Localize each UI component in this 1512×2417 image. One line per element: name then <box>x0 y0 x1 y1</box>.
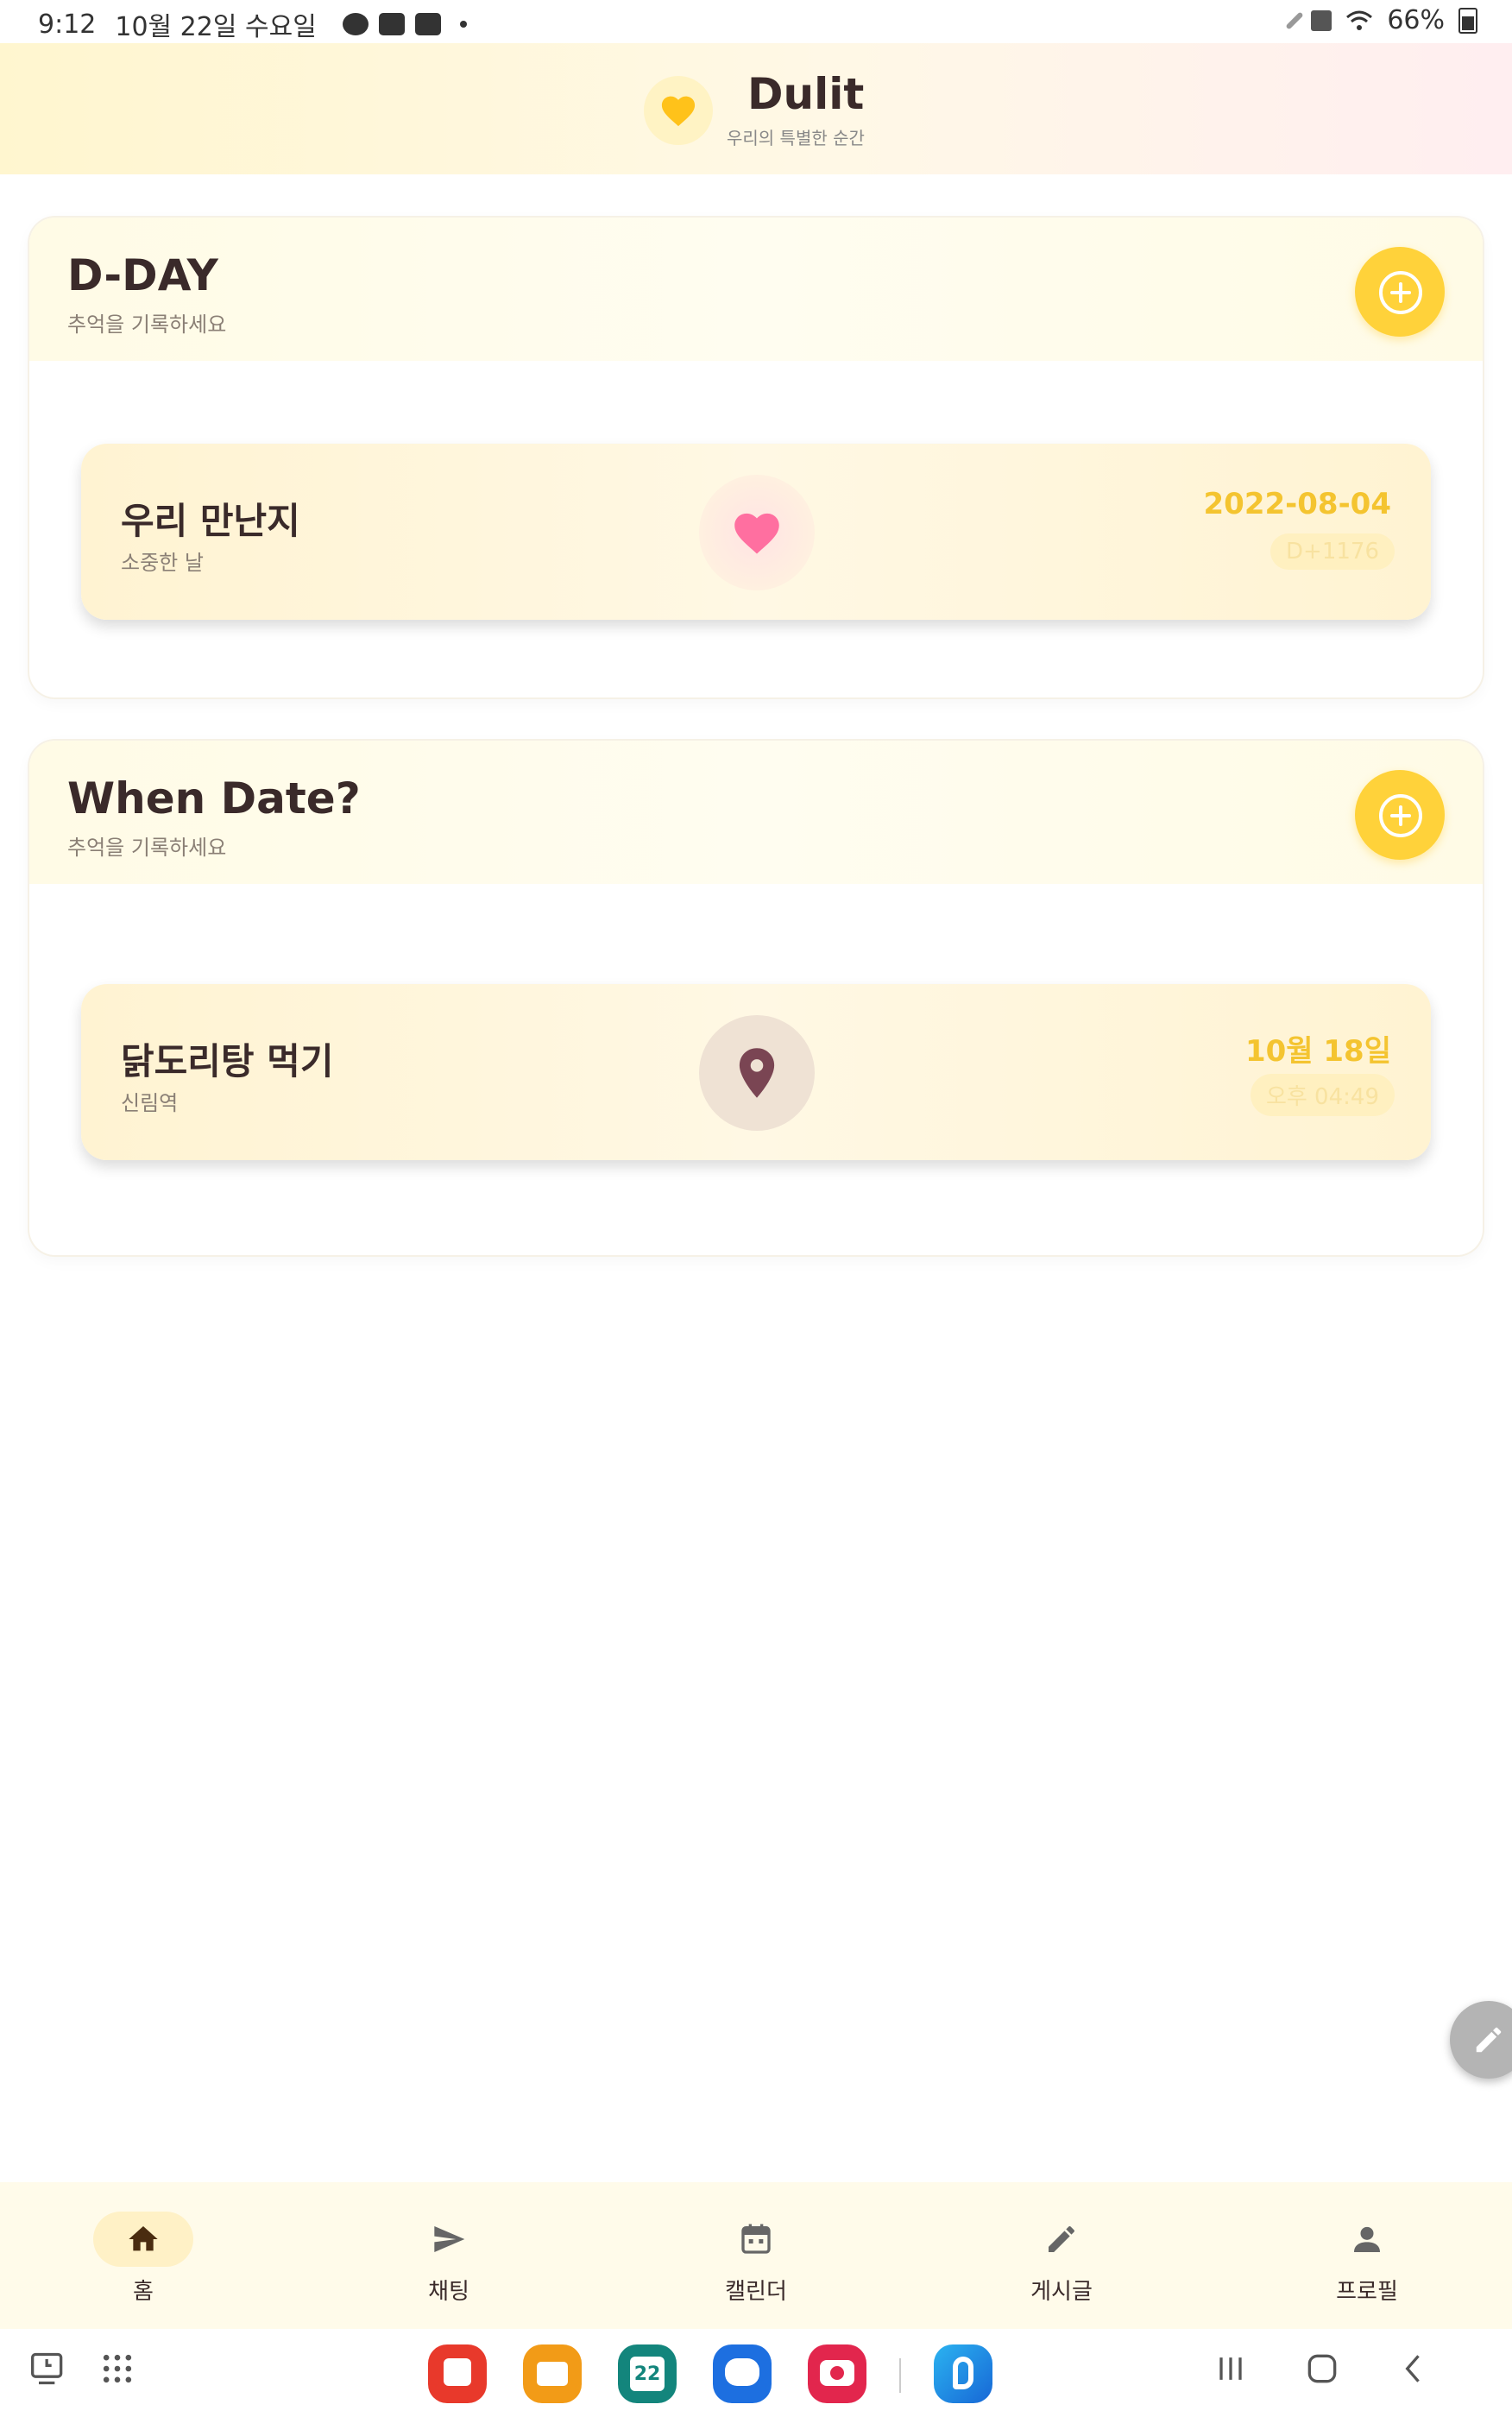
camera-lens <box>830 2366 844 2380</box>
nav-home-label: 홈 <box>133 2279 154 2305</box>
calendar-icon <box>741 2224 771 2254</box>
nav-posts-label: 게시글 <box>1030 2279 1093 2305</box>
dday-card-subtitle: 소중한 날 <box>121 551 204 575</box>
floating-edit-button[interactable] <box>1450 2001 1512 2079</box>
app-subtitle: 우리의 특별한 순간 <box>727 128 865 148</box>
status-date: 10월 22일 수요일 <box>115 12 317 42</box>
home-icon <box>129 2226 158 2251</box>
more-notifications-dot <box>459 21 467 28</box>
when-date-section-title: When Date? <box>67 773 361 824</box>
location-pin-icon <box>739 1048 775 1098</box>
when-date-section: When Date? 추억을 기록하세요 닭도리탕 먹기 신림역 10월 18일… <box>29 741 1483 1255</box>
screenshot-icon <box>414 13 441 35</box>
app-header: Dulit 우리의 특별한 순간 <box>0 43 1512 174</box>
mute-icon <box>1311 9 1332 31</box>
date-card-location: 신림역 <box>121 1091 179 1115</box>
taskbar-divider <box>899 2358 901 2393</box>
nav-profile[interactable]: 프로필 <box>1281 2182 1453 2329</box>
dday-card-icon-bubble <box>699 475 815 590</box>
files-app-icon[interactable] <box>523 2344 582 2403</box>
calendar-app-icon[interactable]: 22 <box>618 2344 677 2403</box>
app-title: Dulit <box>747 69 865 119</box>
wifi-icon <box>1346 10 1373 30</box>
kakaotalk-icon <box>342 13 369 35</box>
message-bubble-icon <box>725 2358 759 2386</box>
dday-card-title: 우리 만난지 <box>121 500 300 542</box>
nav-calendar-label: 캘린더 <box>725 2279 787 2305</box>
heart-icon <box>734 513 779 554</box>
pen-icon <box>1285 10 1304 30</box>
dday-count-badge: D+1176 <box>1270 533 1395 570</box>
heart-icon <box>661 96 696 127</box>
date-card-title: 닭도리탕 먹기 <box>121 1040 334 1082</box>
bing-glyph <box>953 2357 973 2389</box>
pencil-icon <box>1476 2027 1502 2053</box>
date-card-icon-bubble <box>699 1015 815 1131</box>
messages-app-icon[interactable] <box>713 2344 772 2403</box>
system-taskbar: 22 <box>0 2329 1512 2417</box>
calendar-app-day: 22 <box>630 2357 665 2391</box>
nav-home[interactable]: 홈 <box>57 2182 230 2329</box>
battery-icon <box>1458 7 1477 34</box>
recents-button-icon[interactable] <box>1212 2350 1250 2388</box>
person-icon <box>1354 2226 1380 2252</box>
home-button-icon[interactable] <box>1303 2350 1341 2388</box>
back-button-icon[interactable] <box>1395 2350 1433 2388</box>
when-date-section-subtitle: 추억을 기록하세요 <box>67 836 227 860</box>
nav-chat-icon-wrap <box>399 2212 499 2267</box>
nav-posts[interactable]: 게시글 <box>975 2182 1148 2329</box>
add-dday-button[interactable] <box>1355 247 1445 337</box>
camera-app-icon[interactable] <box>808 2344 866 2403</box>
dday-section-subtitle: 추억을 기록하세요 <box>67 312 227 337</box>
send-icon <box>434 2226 465 2252</box>
nav-home-indicator <box>93 2212 193 2267</box>
dday-section-title: D-DAY <box>67 250 218 300</box>
dday-section-header: D-DAY 추억을 기록하세요 <box>29 218 1483 361</box>
nav-profile-icon-wrap <box>1317 2212 1417 2267</box>
nav-chat[interactable]: 채팅 <box>362 2182 535 2329</box>
date-card-time-badge: 오후 04:49 <box>1250 1074 1395 1116</box>
folder-icon <box>537 2362 568 2386</box>
bottom-navigation: 홈 채팅 캘린더 게시글 프로필 <box>0 2182 1512 2329</box>
recent-apps-clock-icon[interactable] <box>29 2350 67 2388</box>
logo <box>644 76 713 145</box>
nav-profile-label: 프로필 <box>1336 2279 1398 2305</box>
dday-section: D-DAY 추억을 기록하세요 우리 만난지 소중한 날 2022-08-04 … <box>29 218 1483 697</box>
status-time: 9:12 <box>38 9 97 40</box>
nav-calendar-icon-wrap <box>706 2212 806 2267</box>
plus-circle-icon <box>1379 794 1422 837</box>
plus-circle-icon <box>1379 271 1422 314</box>
notes-app-glyph <box>444 2358 471 2386</box>
nav-calendar[interactable]: 캘린더 <box>670 2182 842 2329</box>
date-card[interactable]: 닭도리탕 먹기 신림역 10월 18일 오후 04:49 <box>81 984 1431 1160</box>
status-bar: 9:12 10월 22일 수요일 66% <box>0 0 1512 43</box>
gallery-icon <box>378 13 405 35</box>
add-date-button[interactable] <box>1355 770 1445 860</box>
nav-chat-label: 채팅 <box>428 2279 469 2305</box>
pencil-icon <box>1049 2226 1074 2252</box>
date-card-date: 10월 18일 <box>1244 1034 1391 1069</box>
bing-app-icon[interactable] <box>934 2344 992 2403</box>
dday-card-date: 2022-08-04 <box>1203 487 1391 521</box>
app-drawer-icon[interactable] <box>98 2350 136 2388</box>
dday-card[interactable]: 우리 만난지 소중한 날 2022-08-04 D+1176 <box>81 444 1431 620</box>
battery-percent: 66% <box>1387 5 1445 35</box>
when-date-section-header: When Date? 추억을 기록하세요 <box>29 741 1483 884</box>
nav-posts-icon-wrap <box>1011 2212 1112 2267</box>
notes-app-icon[interactable] <box>428 2344 487 2403</box>
